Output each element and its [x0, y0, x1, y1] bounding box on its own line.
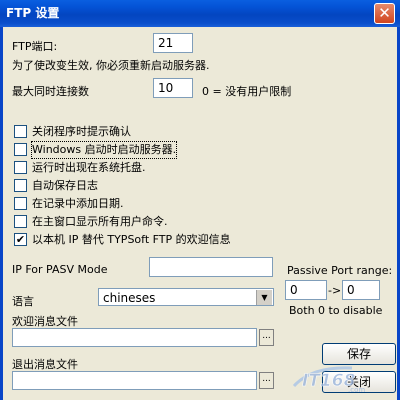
passive-port-to-input[interactable]: 0 [342, 280, 380, 300]
ftp-port-input[interactable]: 21 [153, 33, 193, 53]
watermark-icon: IT168 .com [292, 366, 365, 394]
welcome-file-input[interactable] [12, 328, 257, 347]
checkbox[interactable] [14, 125, 27, 138]
language-label: 语言 [12, 295, 34, 308]
max-connections-input[interactable]: 10 [153, 78, 193, 98]
checkbox[interactable] [14, 215, 27, 228]
exit-file-input[interactable] [12, 371, 257, 390]
checkbox[interactable] [14, 179, 27, 192]
passive-port-from-input[interactable]: 0 [285, 280, 327, 300]
max-connections-label: 最大同时连接数 [12, 85, 89, 98]
exit-file-label: 退出消息文件 [12, 358, 78, 371]
max-connections-hint: 0 = 没有用户限制 [202, 85, 292, 98]
pasv-label: IP For PASV Mode [12, 263, 108, 276]
checkbox[interactable] [14, 161, 27, 174]
ftp-port-label: FTP端口: [12, 40, 58, 53]
checkbox[interactable]: ✔ [14, 233, 27, 246]
pasv-input[interactable] [149, 257, 273, 277]
passive-range-label: Passive Port range: [287, 264, 393, 277]
it168-watermark-logo: IT168 .com [292, 362, 372, 394]
close-window-button[interactable]: ✕ [374, 3, 395, 24]
window-title: FTP 设置 [6, 6, 60, 20]
window-frame-left [0, 27, 3, 400]
svg-text:.com: .com [348, 386, 365, 394]
range-arrow: -> [328, 284, 342, 297]
restart-note: 为了使改变生效, 你必须重新启动服务器. [12, 59, 210, 72]
chevron-down-icon[interactable]: ▼ [256, 290, 272, 305]
checkbox[interactable] [14, 197, 27, 210]
title-bar[interactable]: FTP 设置 ✕ [0, 0, 400, 27]
checkmark-icon: ✔ [15, 233, 26, 246]
checkbox[interactable] [14, 143, 27, 156]
welcome-file-label: 欢迎消息文件 [12, 315, 78, 328]
passive-range-note: Both 0 to disable [289, 304, 383, 317]
language-value: chineses [103, 291, 156, 305]
exit-file-browse-button[interactable]: ... [259, 372, 274, 389]
welcome-file-browse-button[interactable]: ... [259, 329, 274, 346]
language-select[interactable]: chineses ▼ [98, 288, 274, 306]
